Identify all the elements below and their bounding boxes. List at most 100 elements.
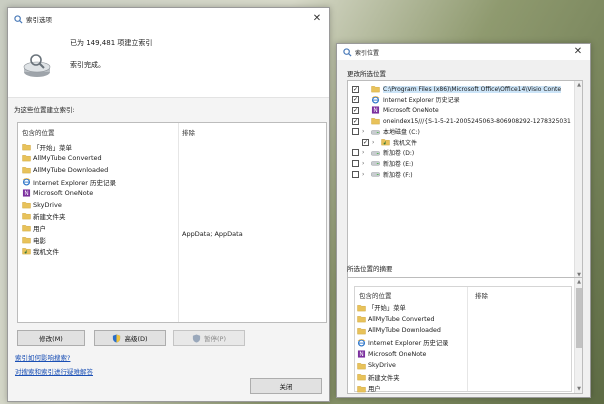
magnifier-icon	[14, 14, 23, 24]
expand-arrow-icon[interactable]: ›	[372, 139, 379, 146]
summary-item-label: 用户	[368, 386, 381, 394]
list-item[interactable]: AllMyTube Converted	[22, 153, 177, 165]
tree-item-label: Microsoft OneNote	[383, 106, 439, 114]
summary-column-excluded[interactable]: 排除	[475, 290, 488, 300]
tree-item-checkbox[interactable]: ✓	[352, 106, 359, 114]
list-item[interactable]: 用户	[22, 222, 177, 234]
list-item-label: SkyDrive	[33, 200, 62, 209]
scroll-up-arrow[interactable]: ▲	[575, 278, 582, 286]
tree-item-checkbox[interactable]	[352, 149, 359, 157]
tree-item-checkbox[interactable]: ✓	[352, 85, 359, 93]
title-bar[interactable]: 索引位置 ✕	[337, 44, 590, 60]
summary-scrollbar[interactable]: ▲ ▼	[574, 278, 582, 393]
summary-column-divider	[467, 287, 468, 391]
scroll-down-arrow[interactable]: ▼	[575, 385, 582, 393]
summary-item-label: 新建文件夹	[368, 374, 400, 382]
summary-item[interactable]: AllMyTube Downloaded	[357, 325, 441, 337]
summary-item[interactable]: N Microsoft OneNote	[357, 348, 426, 360]
title-bar[interactable]: 索引选项 ✕	[8, 8, 329, 30]
onenote-icon: N	[371, 106, 380, 114]
tree-item-checkbox[interactable]	[352, 128, 359, 136]
onenote-icon: N	[22, 189, 31, 197]
tree-item[interactable]: › 新加卷 (E:)	[352, 158, 413, 169]
advanced-button[interactable]: 高级(D)	[94, 330, 166, 346]
folder-icon	[357, 362, 366, 370]
tree-item-label: 本地磁盘 (C:)	[383, 129, 420, 137]
status-area: 已为 149,481 项建立索引 索引完成。	[8, 30, 329, 98]
indexed-count-text: 已为 149,481 项建立索引	[70, 39, 153, 47]
indexed-locations-table[interactable]: 包含的位置 排除 「开始」菜单 AllMyTube Converted AllMyT…	[17, 122, 327, 323]
folder-icon	[22, 201, 31, 209]
tree-item[interactable]: ✓ C:\Program Files (x86)\Microsoft Office…	[352, 84, 562, 95]
excluded-value: AppData; AppData	[182, 230, 243, 238]
scroll-thumb[interactable]	[576, 288, 582, 348]
summary-item[interactable]: Internet Explorer 历史记录	[357, 337, 448, 349]
list-item[interactable]: 电影	[22, 234, 177, 246]
list-item-label: 新建文件夹	[33, 213, 66, 222]
summary-item-label: 「开始」菜单	[368, 305, 406, 313]
window-title: 索引位置	[355, 49, 380, 57]
list-item[interactable]: Internet Explorer 历史记录	[22, 176, 177, 188]
list-item[interactable]: 我机文件	[22, 245, 177, 257]
how-indexing-affects-search-link[interactable]: 索引如何影响搜索?	[15, 352, 70, 362]
troubleshoot-link[interactable]: 对搜索和索引进行疑难解答	[15, 366, 93, 376]
svg-text:N: N	[24, 191, 28, 197]
location-tree[interactable]: ▲ ▼ ✓ C:\Program Files (x86)\Microsoft Of…	[347, 80, 583, 280]
summary-item-label: AllMyTube Downloaded	[368, 327, 441, 335]
list-item[interactable]: 「开始」菜单	[22, 141, 177, 153]
folder-icon	[22, 236, 31, 243]
list-item[interactable]: AllMyTube Downloaded	[22, 164, 177, 176]
tree-item[interactable]: › 本地磁盘 (C:)	[352, 126, 420, 137]
tree-item-checkbox[interactable]: ✓	[362, 138, 369, 146]
summary-item-label: Internet Explorer 历史记录	[368, 340, 449, 348]
window-title: 索引选项	[26, 16, 52, 24]
tree-item-checkbox[interactable]	[352, 170, 359, 178]
shield-icon	[113, 333, 121, 343]
expand-arrow-icon[interactable]: ›	[362, 171, 369, 178]
summary-item[interactable]: 新建文件夹	[357, 372, 399, 384]
tree-item[interactable]: ✓ oneindex15///{S-1-5-21-2005245063-80690…	[352, 116, 571, 127]
summary-item[interactable]: 用户	[357, 383, 381, 394]
column-header-excluded[interactable]: 排除	[182, 127, 195, 137]
tree-item[interactable]: › 新加卷 (D:)	[352, 148, 414, 159]
folder-icon	[22, 167, 31, 174]
list-item-label: 「开始」菜单	[33, 143, 72, 152]
summary-item[interactable]: SkyDrive	[357, 360, 396, 372]
expand-arrow-icon[interactable]: ›	[362, 128, 369, 135]
summary-table[interactable]: 包含的位置 排除 「开始」菜单 AllMyTube Converted AllMyT…	[354, 286, 572, 394]
expand-arrow-icon[interactable]: ›	[362, 160, 369, 167]
list-item[interactable]: SkyDrive	[22, 199, 177, 211]
tree-item[interactable]: › 新加卷 (F:)	[352, 169, 413, 180]
expand-arrow-icon[interactable]: ›	[362, 149, 369, 156]
pause-button[interactable]: 暂停(P)	[173, 330, 245, 346]
list-item[interactable]: N Microsoft OneNote	[22, 187, 177, 199]
close-button[interactable]: 关闭	[250, 378, 322, 394]
tree-item[interactable]: ✓ › 我机文件	[362, 137, 417, 148]
summary-item[interactable]: AllMyTube Converted	[357, 314, 435, 326]
summary-label: 所选位置的摘要	[347, 265, 393, 273]
tree-item[interactable]: ✓ Internet Explorer 历史记录	[352, 95, 460, 106]
column-header-included[interactable]: 包含的位置	[22, 127, 55, 137]
pause-button-label: 暂停(P)	[204, 335, 226, 343]
indexing-options-window: 索引选项 ✕ 已为 149,481 项建立索引 索引完成。 为这些位置建立索引:…	[7, 7, 330, 402]
list-item[interactable]: 新建文件夹	[22, 211, 177, 223]
summary-column-included[interactable]: 包含的位置	[359, 290, 392, 300]
list-item-label: AllMyTube Downloaded	[33, 165, 109, 174]
indexed-locations-window: 索引位置 ✕ 更改所选位置 ▲ ▼ ✓ C:\Program Files (x86…	[336, 43, 591, 398]
close-icon[interactable]: ✕	[572, 46, 584, 58]
modify-button[interactable]: 修改(M)	[17, 330, 85, 346]
tree-item-label: Internet Explorer 历史记录	[383, 97, 460, 105]
vertical-scrollbar[interactable]: ▲ ▼	[574, 81, 582, 279]
folder-icon	[22, 155, 31, 162]
tree-item-checkbox[interactable]: ✓	[352, 117, 359, 125]
close-icon[interactable]: ✕	[311, 13, 323, 25]
tree-item-checkbox[interactable]: ✓	[352, 96, 359, 104]
summary-item[interactable]: 「开始」菜单	[357, 302, 406, 314]
tree-item-label: 新加卷 (D:)	[383, 150, 415, 158]
indexing-status-text: 索引完成。	[70, 61, 105, 69]
scroll-up-arrow[interactable]: ▲	[575, 81, 582, 89]
folder-icon	[357, 328, 366, 335]
tree-item[interactable]: ✓ N Microsoft OneNote	[352, 105, 439, 116]
folder-icon	[357, 304, 366, 312]
tree-item-checkbox[interactable]	[352, 159, 359, 167]
